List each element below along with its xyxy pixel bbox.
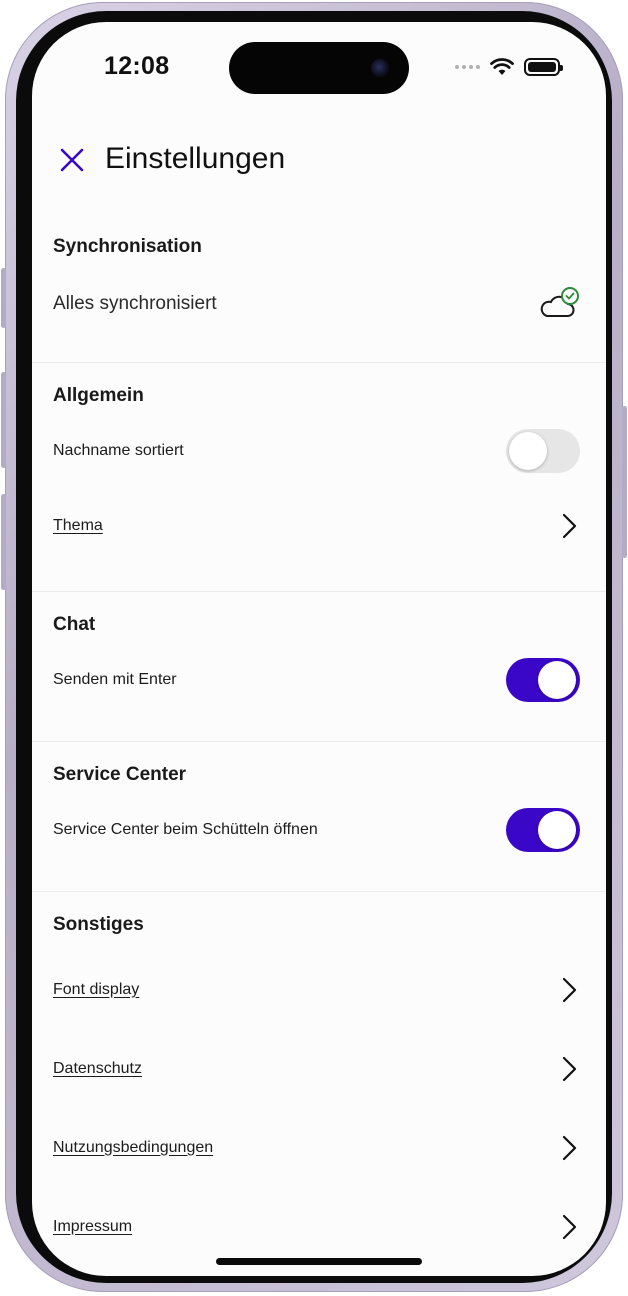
terms-row[interactable]: Nutzungsbedingungen [32, 1108, 606, 1187]
chevron-right-icon [558, 1055, 580, 1083]
shake-to-open-label: Service Center beim Schütteln öffnen [53, 821, 318, 838]
camera-icon [371, 59, 389, 77]
imprint-link[interactable]: Impressum [53, 1218, 132, 1236]
font-display-link[interactable]: Font display [53, 981, 139, 999]
chevron-right-icon [558, 1134, 580, 1162]
volume-down-button [1, 494, 6, 590]
dynamic-island [229, 42, 409, 94]
close-icon [60, 148, 84, 172]
settings-list: Synchronisation Alles synchronisiert All… [32, 214, 606, 1266]
font-display-row[interactable]: Font display [32, 950, 606, 1029]
page-title: Einstellungen [105, 142, 286, 175]
status-time: 12:08 [104, 52, 170, 80]
section-title: Sonstiges [53, 914, 144, 935]
sync-status-text: Alles synchronisiert [53, 293, 217, 314]
shake-to-open-row: Service Center beim Schütteln öffnen [32, 794, 606, 866]
sort-by-lastname-row: Nachname sortiert [32, 415, 606, 487]
home-indicator[interactable] [216, 1258, 422, 1265]
section-title: Synchronisation [53, 236, 202, 257]
sync-status-row: Alles synchronisiert [32, 274, 606, 334]
shake-to-open-toggle[interactable] [506, 808, 580, 852]
section-title: Allgemein [53, 385, 144, 406]
signal-icon [455, 65, 480, 69]
send-with-enter-label: Senden mit Enter [53, 671, 177, 688]
send-with-enter-row: Senden mit Enter [32, 644, 606, 716]
power-button [622, 406, 627, 558]
wifi-icon [490, 58, 514, 75]
theme-row[interactable]: Thema [32, 487, 606, 565]
cloud-check-icon [540, 287, 579, 317]
privacy-link[interactable]: Datenschutz [53, 1060, 142, 1078]
action-button [1, 268, 6, 328]
sort-by-lastname-toggle[interactable] [506, 429, 580, 473]
section-general: Allgemein Nachname sortiert Thema [32, 363, 606, 592]
close-button[interactable] [54, 142, 90, 178]
device-frame: 12:08 Einstellungen Synchronisation Alle… [1, 2, 627, 1292]
section-sync: Synchronisation Alles synchronisiert [32, 214, 606, 363]
section-other: Sonstiges Font display Datenschutz Nutzu… [32, 892, 606, 1266]
theme-link[interactable]: Thema [53, 517, 103, 535]
privacy-row[interactable]: Datenschutz [32, 1029, 606, 1108]
section-title: Chat [53, 614, 96, 635]
section-title: Service Center [53, 764, 187, 785]
chevron-right-icon [558, 512, 580, 540]
chevron-right-icon [558, 1213, 580, 1241]
sort-by-lastname-label: Nachname sortiert [53, 442, 184, 459]
battery-icon [524, 58, 563, 76]
imprint-row[interactable]: Impressum [32, 1187, 606, 1266]
header: Einstellungen [32, 130, 606, 190]
status-icons [455, 56, 563, 78]
volume-up-button [1, 372, 6, 468]
terms-link[interactable]: Nutzungsbedingungen [53, 1139, 213, 1157]
section-service-center: Service Center Service Center beim Schüt… [32, 742, 606, 892]
screen: 12:08 Einstellungen Synchronisation Alle… [32, 22, 606, 1276]
section-chat: Chat Senden mit Enter [32, 592, 606, 742]
send-with-enter-toggle[interactable] [506, 658, 580, 702]
chevron-right-icon [558, 976, 580, 1004]
